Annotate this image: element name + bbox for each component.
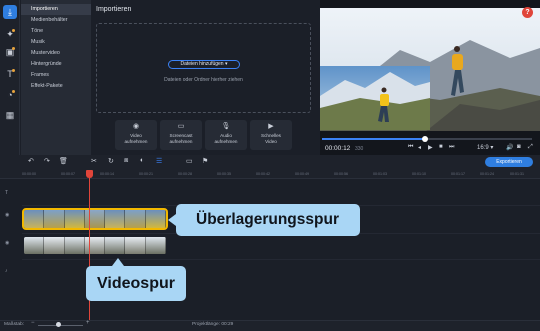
menu-item-mustervideo[interactable]: Mustervideo — [21, 48, 91, 59]
screen-icon: ▭ — [177, 123, 185, 130]
menu-item-musik[interactable]: Musik — [21, 37, 91, 48]
ruler-tick: 00:01:10 — [412, 172, 426, 176]
more-tools-icon[interactable]: ▦ — [3, 108, 17, 122]
video-track-callout: Videospur — [86, 258, 186, 301]
left-tool-rail: ⤓ ✦ ▣ T ◔ ▦ — [0, 0, 20, 155]
step-back-icon[interactable]: ◂ — [418, 144, 421, 151]
text-track-icon: T — [5, 190, 9, 196]
ruler-tick: 00:00:56 — [334, 172, 348, 176]
record-audio-button[interactable]: 🎙 Audio aufnehmen — [205, 120, 247, 150]
overlay-clip[interactable] — [22, 208, 168, 230]
redo-icon[interactable]: ↷ — [44, 157, 50, 165]
fullscreen-icon[interactable]: ⤢ — [528, 144, 533, 151]
video-track-eye-icon[interactable]: ◉ — [5, 240, 9, 246]
menu-item-toene[interactable]: Töne — [21, 26, 91, 37]
record-video-button[interactable]: ◉ Video aufnehmen — [115, 120, 157, 150]
ruler-tick: 00:01:31 — [510, 172, 524, 176]
current-frame: 330 — [355, 146, 364, 152]
preview-progress — [322, 138, 425, 140]
zoom-out-icon[interactable]: − — [31, 320, 35, 326]
clip-properties-icon[interactable]: ▭ — [186, 157, 193, 165]
crop-icon[interactable]: ⧈ — [124, 157, 128, 165]
preview-image — [320, 8, 540, 134]
current-time: 00:00:12 — [325, 145, 351, 152]
overlay-track-eye-icon[interactable]: ◉ — [5, 212, 9, 218]
ruler-tick: 00:00:49 — [295, 172, 309, 176]
track-divider — [22, 259, 540, 260]
filter-icon[interactable]: ☰ — [156, 157, 162, 165]
audio-track-icon: ♪ — [5, 268, 8, 274]
ruler-tick: 00:00:00 — [22, 172, 36, 176]
zoom-slider-handle[interactable] — [56, 322, 61, 327]
video-editor-window: ⤓ ✦ ▣ T ◔ ▦ Importieren Medienbehälter T… — [0, 0, 540, 331]
zoom-in-icon[interactable]: + — [86, 320, 90, 326]
add-files-button[interactable]: Dateien hinzufügen ▾ — [168, 60, 240, 69]
preview-panel — [320, 0, 540, 155]
snapshot-icon[interactable]: ◙ — [517, 144, 521, 150]
stop-icon[interactable]: ■ — [439, 144, 443, 150]
category-menu: Importieren Medienbehälter Töne Musik Mu… — [21, 0, 91, 155]
tile-label-line2: aufnehmen — [214, 138, 238, 144]
transitions-icon[interactable]: ▣ — [3, 45, 17, 59]
play-icon[interactable]: ▶ — [428, 144, 433, 151]
playhead-handle[interactable] — [86, 170, 93, 178]
add-files-label: Dateien hinzufügen — [180, 61, 224, 67]
microphone-icon: 🎙 — [221, 123, 231, 130]
scrubber-handle[interactable] — [421, 136, 428, 142]
project-length: Projektlänge: 00:29 — [192, 322, 234, 327]
video-clip[interactable] — [24, 237, 166, 254]
menu-item-hintergruende[interactable]: Hintergründe — [21, 59, 91, 70]
flag-icon[interactable]: ⚑ — [202, 157, 208, 165]
undo-icon[interactable]: ↶ — [28, 157, 34, 165]
menu-item-effekt-pakete[interactable]: Effekt-Pakete — [21, 81, 91, 92]
stickers-icon[interactable]: ◔ — [3, 88, 17, 102]
import-panel-title: Importieren — [96, 6, 132, 13]
ruler-tick: 00:00:35 — [217, 172, 231, 176]
overlay-track-callout: Überlagerungsspur — [168, 204, 360, 236]
tile-label-line2: aufnehmen — [124, 138, 148, 144]
ruler-tick: 00:00:42 — [256, 172, 270, 176]
ruler-tick: 00:00:21 — [139, 172, 153, 176]
delete-icon[interactable]: 🗑 — [59, 157, 68, 165]
volume-icon[interactable]: 🔊 — [506, 144, 513, 151]
ruler-tick: 00:00:28 — [178, 172, 192, 176]
import-icon[interactable]: ⤓ — [3, 5, 17, 19]
next-icon[interactable]: ⏭ — [449, 144, 454, 151]
tile-label-line2: Video — [265, 138, 277, 144]
timeline-toolbar — [0, 155, 540, 169]
quick-video-button[interactable]: ▶ Schnelles Video — [250, 120, 292, 150]
export-button[interactable]: Exportieren — [485, 157, 533, 167]
quick-video-icon: ▶ — [268, 123, 274, 130]
color-icon[interactable]: ◐ — [140, 157, 144, 164]
scale-label: Maßstab: — [4, 322, 24, 327]
ruler-tick: 00:01:17 — [451, 172, 465, 176]
menu-item-medienbehaelter[interactable]: Medienbehälter — [21, 15, 91, 26]
aspect-ratio-select[interactable]: 16:9 ▾ — [477, 144, 493, 151]
menu-item-frames[interactable]: Frames — [21, 70, 91, 81]
webcam-icon: ◉ — [132, 123, 140, 130]
cut-icon[interactable]: ✂ — [91, 157, 97, 165]
ruler-tick: 00:01:03 — [373, 172, 387, 176]
tile-label-line2: aufnehmen — [169, 138, 193, 144]
record-screencast-button[interactable]: ▭ Screencast aufnehmen — [160, 120, 202, 150]
ruler-tick: 00:01:24 — [480, 172, 494, 176]
ruler-tick: 00:00:07 — [61, 172, 75, 176]
magic-wand-icon[interactable]: ✦ — [3, 27, 17, 41]
prev-icon[interactable]: ⏮ — [408, 144, 413, 151]
drop-hint-text: Dateien oder Ordner hierher ziehen — [164, 77, 243, 83]
help-button[interactable]: ? — [522, 7, 533, 18]
rotate-icon[interactable]: ↻ — [108, 157, 114, 165]
titles-icon[interactable]: T — [3, 67, 17, 81]
ruler-tick: 00:00:14 — [100, 172, 114, 176]
menu-item-importieren[interactable]: Importieren — [21, 4, 91, 15]
